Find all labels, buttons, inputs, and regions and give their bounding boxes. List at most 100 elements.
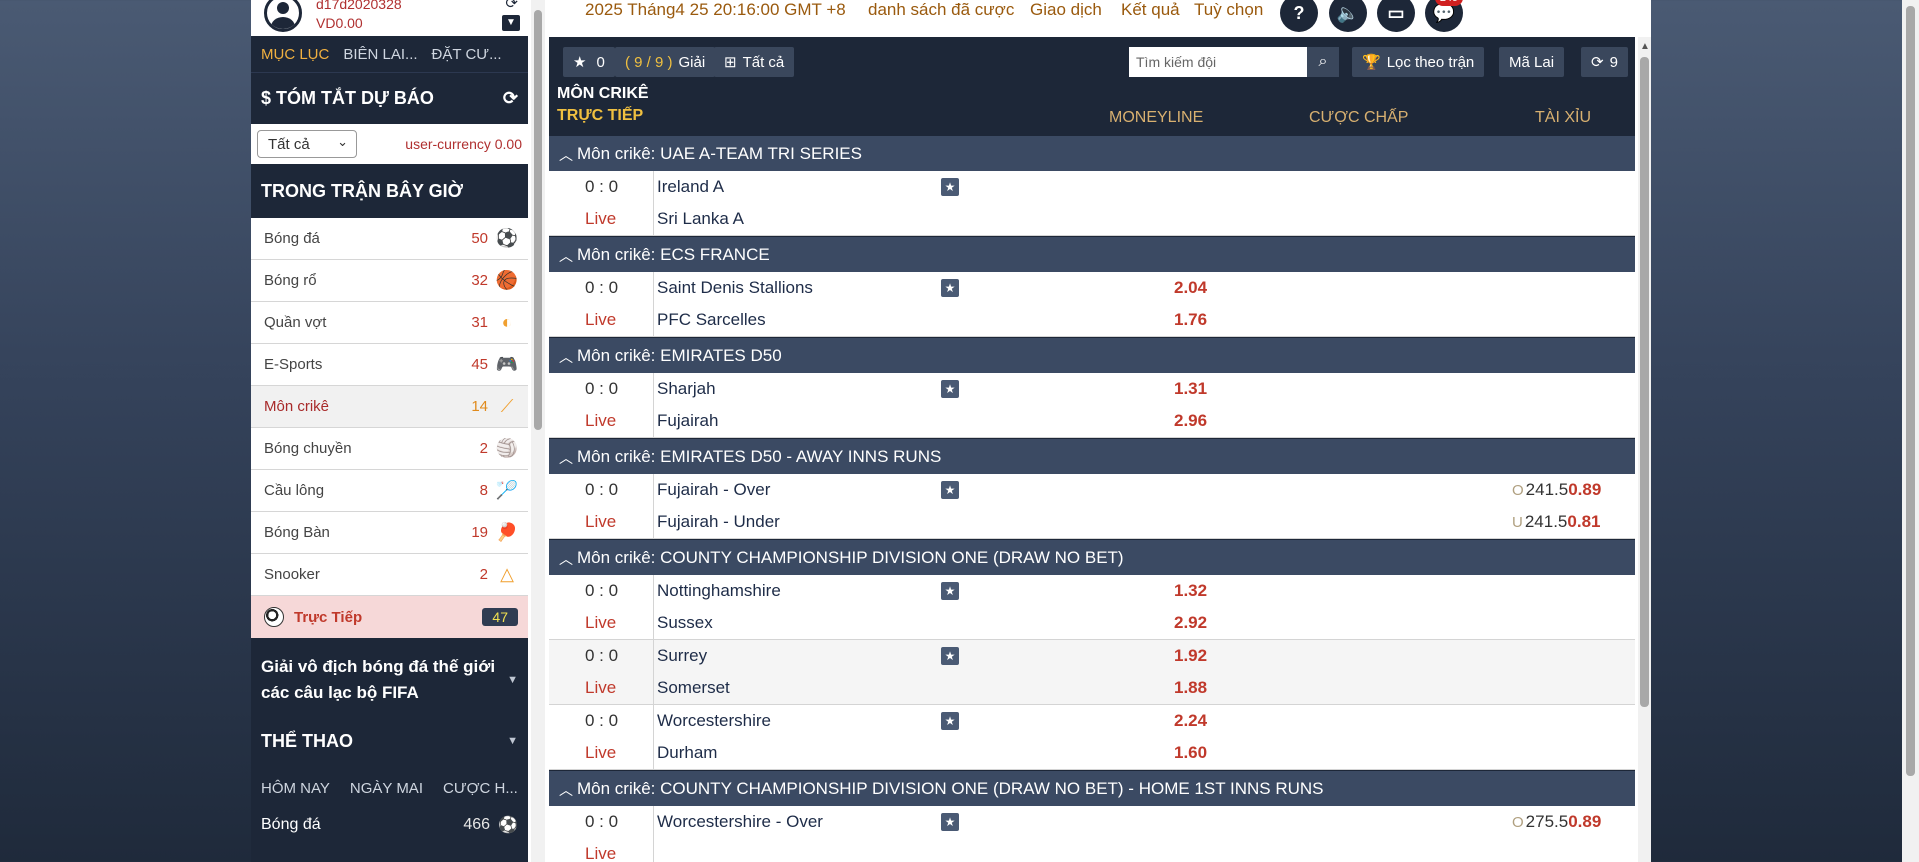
star-icon[interactable]: ★	[941, 481, 959, 499]
search-icon[interactable]: ⌕	[1307, 47, 1339, 77]
moneyline-home-odds[interactable]: 1.31	[1174, 379, 1207, 399]
sport-section-header[interactable]: THỂ THAO ▼	[251, 712, 528, 770]
leagues-button[interactable]: ( 9 / 9 ) Giải	[615, 47, 716, 77]
user-currency: user-currency 0.00	[405, 136, 522, 152]
tab-parlay[interactable]: CƯỢC H...	[443, 780, 518, 797]
moneyline-away-odds[interactable]: 1.88	[1174, 678, 1207, 698]
sidebar-item-snooker[interactable]: Snooker 2 △	[251, 554, 528, 596]
app-window: d17d2020328 VD0.00 ⟳ ▼ MỤC LỤC BIÊN LAI.…	[251, 0, 1651, 862]
summary-header: $ TÓM TẮT DỰ BÁO ⟳	[251, 72, 528, 124]
odds-type-button[interactable]: Mã Lai	[1499, 47, 1565, 77]
sidebar-item-cricket[interactable]: Môn crikê 14 ⟋	[251, 386, 528, 428]
match-row: 0 : 0 Ireland A ★ Live Sri Lanka A	[549, 171, 1635, 236]
soccer-icon: ⚽	[495, 228, 519, 248]
sidebar-item-live[interactable]: Trực Tiếp 47	[251, 596, 528, 638]
moneyline-away-odds[interactable]: 2.92	[1174, 613, 1207, 633]
sidebar-item-esports[interactable]: E-Sports 45 🎮	[251, 344, 528, 386]
sidebar-item-volleyball[interactable]: Bóng chuyền 2 🏐	[251, 428, 528, 470]
main-scrollbar[interactable]: ▲	[1638, 37, 1651, 862]
star-icon[interactable]: ★	[941, 279, 959, 297]
tab-bets[interactable]: ĐẶT CƯ...	[432, 46, 502, 63]
tab-menu[interactable]: MỤC LỤC	[261, 46, 329, 63]
league-header[interactable]: ︿ Môn crikê: ECS FRANCE	[549, 236, 1635, 272]
star-icon[interactable]: ★	[941, 813, 959, 831]
sport-name: Cầu lông	[264, 482, 325, 499]
filter-select[interactable]: Tất cả ⌄	[257, 130, 357, 158]
chevron-up-icon: ︿	[559, 349, 573, 365]
sidebar-item-badminton[interactable]: Cầu lông 8 🏸	[251, 470, 528, 512]
league-header[interactable]: ︿ Môn crikê: EMIRATES D50 - AWAY INNS RU…	[549, 438, 1635, 474]
help-icon[interactable]: ?	[1280, 0, 1318, 32]
moneyline-away-odds[interactable]: 1.76	[1174, 310, 1207, 330]
refresh-icon[interactable]: ⟳	[505, 0, 518, 12]
home-team: Sharjah	[657, 379, 716, 398]
match-status: Live	[585, 411, 617, 430]
total-over-odds[interactable]: O 241.50.89	[1512, 480, 1601, 500]
main-panel: ★ 0 ( 9 / 9 ) Giải ⊞ Tất cả Tìm kiếm đội…	[549, 37, 1635, 862]
moneyline-away-odds[interactable]: 1.60	[1174, 743, 1207, 763]
away-team: PFC Sarcelles	[657, 310, 766, 329]
chevron-down-icon[interactable]: ▼	[502, 15, 520, 31]
tab-tomorrow[interactable]: NGÀY MAI	[350, 780, 423, 797]
league-header[interactable]: ︿ Môn crikê: EMIRATES D50	[549, 337, 1635, 373]
total-over-odds[interactable]: O 275.50.89	[1512, 812, 1601, 832]
date-tabs: HÔM NAY NGÀY MAI CƯỢC H...	[251, 770, 528, 806]
star-icon[interactable]: ★	[941, 582, 959, 600]
sidebar-item-soccer[interactable]: Bóng đá 50 ⚽	[251, 218, 528, 260]
monitor-icon[interactable]: ▭	[1377, 0, 1415, 32]
sound-icon[interactable]: 🔈	[1329, 0, 1367, 32]
gamepad-icon: 🎮	[495, 354, 519, 374]
sidebar-scrollbar[interactable]	[531, 0, 545, 862]
moneyline-home-odds[interactable]: 2.24	[1174, 711, 1207, 731]
star-icon[interactable]: ★	[941, 178, 959, 196]
home-team: Nottinghamshire	[657, 581, 781, 600]
sport-count: 14	[471, 398, 488, 415]
away-team: Somerset	[657, 678, 730, 697]
window-scrollbar[interactable]	[1902, 0, 1919, 862]
sidebar-item-table-tennis[interactable]: Bóng Bàn 19 🏓	[251, 512, 528, 554]
star-icon[interactable]: ★	[941, 712, 959, 730]
chevron-down-icon: ▼	[507, 674, 518, 686]
refresh-icon[interactable]: ⟳	[503, 88, 518, 109]
user-name: d17d2020328	[316, 0, 402, 12]
clock: 2025 Tháng4 25 20:16:00 GMT +8	[585, 0, 846, 19]
league-header[interactable]: ︿ Môn crikê: COUNTY CHAMPIONSHIP DIVISIO…	[549, 770, 1635, 806]
moneyline-home-odds[interactable]: 1.32	[1174, 581, 1207, 601]
moneyline-away-odds[interactable]: 2.96	[1174, 411, 1207, 431]
total-under-odds[interactable]: U 241.50.81	[1512, 512, 1600, 532]
filter-select-value: Tất cả	[268, 135, 310, 153]
star-icon[interactable]: ★	[941, 380, 959, 398]
options-link[interactable]: Tuỳ chọn	[1194, 0, 1263, 20]
sidebar-item-tennis[interactable]: Quần vợt 31 ◐	[251, 302, 528, 344]
moneyline-home-odds[interactable]: 2.04	[1174, 278, 1207, 298]
user-balance: VD0.00	[316, 15, 363, 31]
filter-match-button[interactable]: 🏆 Lọc theo trận	[1352, 47, 1485, 77]
badminton-icon: 🏸	[495, 480, 519, 500]
sidebar-item-basketball[interactable]: Bóng rổ 32 🏀	[251, 260, 528, 302]
home-team: Worcestershire - Over	[657, 812, 823, 831]
scroll-up-icon[interactable]: ▲	[1640, 41, 1650, 52]
avatar[interactable]	[264, 0, 302, 32]
star-icon[interactable]: ★	[941, 647, 959, 665]
results-link[interactable]: Kết quả	[1121, 0, 1180, 20]
league-title: Môn crikê: EMIRATES D50	[577, 345, 782, 365]
select-all-button[interactable]: ⊞ Tất cả	[714, 47, 795, 77]
search-input[interactable]: Tìm kiếm đội	[1129, 47, 1307, 77]
moneyline-home-odds[interactable]: 1.92	[1174, 646, 1207, 666]
match-row: 0 : 0 Nottinghamshire ★ 1.32 Live Sussex…	[549, 575, 1635, 640]
bet-list-link[interactable]: danh sách đã cược	[868, 0, 1014, 20]
scrollbar-thumb[interactable]	[1906, 6, 1915, 776]
match-score: 0 : 0	[585, 646, 619, 665]
scrollbar-thumb[interactable]	[1640, 57, 1649, 707]
tab-receipts[interactable]: BIÊN LAI...	[343, 46, 417, 63]
sidebar-item-soccer-prematch[interactable]: Bóng đá 466 ⚽	[251, 806, 528, 844]
refresh-button[interactable]: ⟳ 9	[1581, 47, 1628, 77]
favorites-button[interactable]: ★ 0	[563, 47, 615, 77]
away-team: Fujairah - Under	[657, 512, 780, 531]
league-header[interactable]: ︿ Môn crikê: UAE A-TEAM TRI SERIES	[549, 135, 1635, 171]
scrollbar-thumb[interactable]	[534, 10, 542, 430]
transactions-link[interactable]: Giao dịch	[1030, 0, 1102, 20]
promo-item[interactable]: Giải vô địch bóng đá thế giới các câu lạ…	[251, 648, 528, 712]
league-header[interactable]: ︿ Môn crikê: COUNTY CHAMPIONSHIP DIVISIO…	[549, 539, 1635, 575]
tab-today[interactable]: HÔM NAY	[261, 780, 330, 797]
